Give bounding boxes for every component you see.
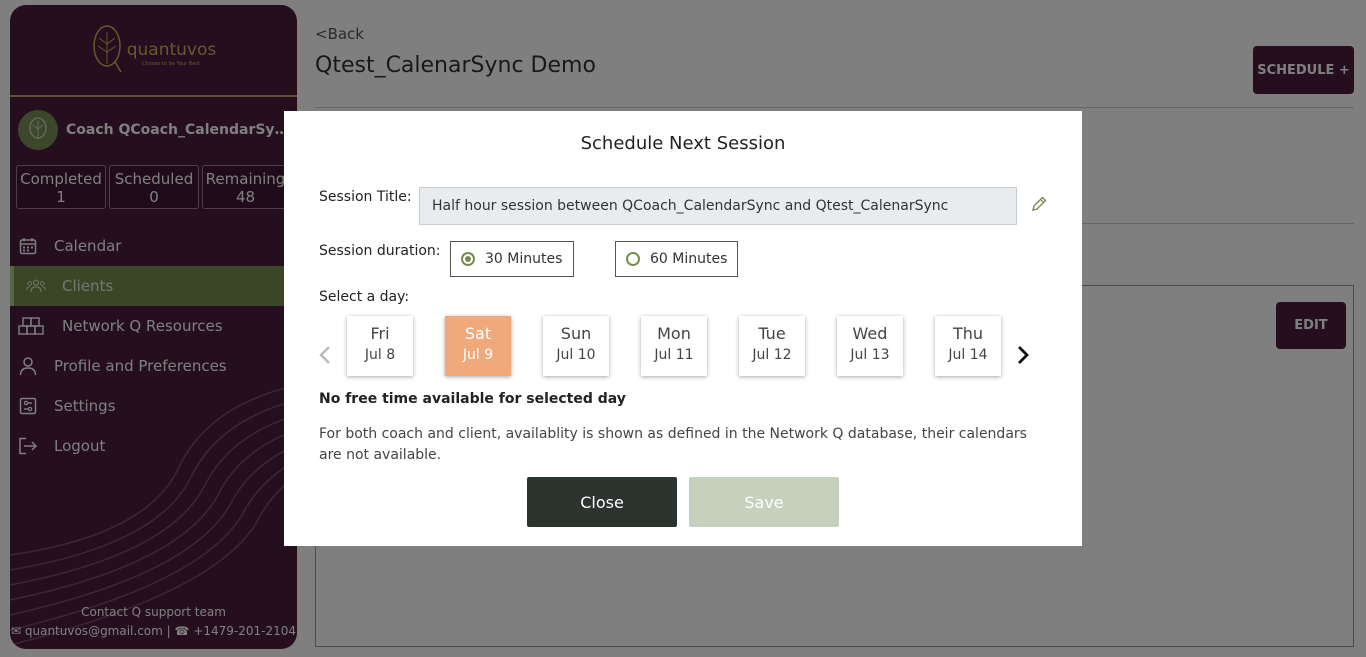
- duration-30-option[interactable]: 30 Minutes: [450, 241, 574, 277]
- day-card[interactable]: Wed Jul 13: [837, 316, 903, 376]
- day-date: Jul 10: [556, 347, 596, 363]
- day-name: Thu: [952, 324, 984, 343]
- close-button[interactable]: Close: [527, 477, 677, 527]
- day-card[interactable]: Sun Jul 10: [543, 316, 609, 376]
- select-day-label: Select a day:: [319, 289, 410, 305]
- day-date: Jul 11: [654, 347, 694, 363]
- day-date: Jul 8: [364, 347, 396, 363]
- schedule-session-modal: Schedule Next Session Session Title: Hal…: [284, 111, 1082, 546]
- duration-label: Session duration:: [319, 243, 441, 259]
- day-card[interactable]: Thu Jul 14: [935, 316, 1001, 376]
- session-title-label: Session Title:: [319, 189, 412, 205]
- duration-label-60: 60 Minutes: [650, 251, 728, 267]
- next-arrow-icon[interactable]: [1016, 345, 1030, 365]
- day-name: Mon: [657, 324, 691, 343]
- availability-info: For both coach and client, availablity i…: [319, 426, 1027, 463]
- day-name: Fri: [370, 324, 390, 343]
- modal-title: Schedule Next Session: [580, 133, 786, 154]
- duration-60-option[interactable]: 60 Minutes: [615, 241, 738, 277]
- day-name: Wed: [852, 324, 888, 343]
- day-card[interactable]: Fri Jul 8: [347, 316, 413, 376]
- day-name: Sat: [464, 324, 492, 343]
- prev-arrow-icon[interactable]: [318, 345, 332, 365]
- day-date: Jul 12: [752, 347, 792, 363]
- day-name: Sun: [560, 324, 592, 343]
- day-date: Jul 14: [948, 347, 988, 363]
- day-card[interactable]: Mon Jul 11: [641, 316, 707, 376]
- session-title-field[interactable]: Half hour session between QCoach_Calenda…: [419, 187, 1017, 225]
- day-date: Jul 9: [462, 347, 494, 363]
- radio-selected-icon: [461, 252, 475, 266]
- save-button[interactable]: Save: [689, 477, 839, 527]
- day-date: Jul 13: [850, 347, 890, 363]
- day-name: Tue: [758, 324, 786, 343]
- pencil-icon[interactable]: [1030, 195, 1048, 213]
- radio-unselected-icon: [626, 252, 640, 266]
- no-time-message: No free time available for selected day: [319, 391, 626, 407]
- day-card[interactable]: Tue Jul 12: [739, 316, 805, 376]
- day-card-selected[interactable]: Sat Jul 9: [445, 316, 511, 376]
- duration-label-30: 30 Minutes: [485, 251, 563, 267]
